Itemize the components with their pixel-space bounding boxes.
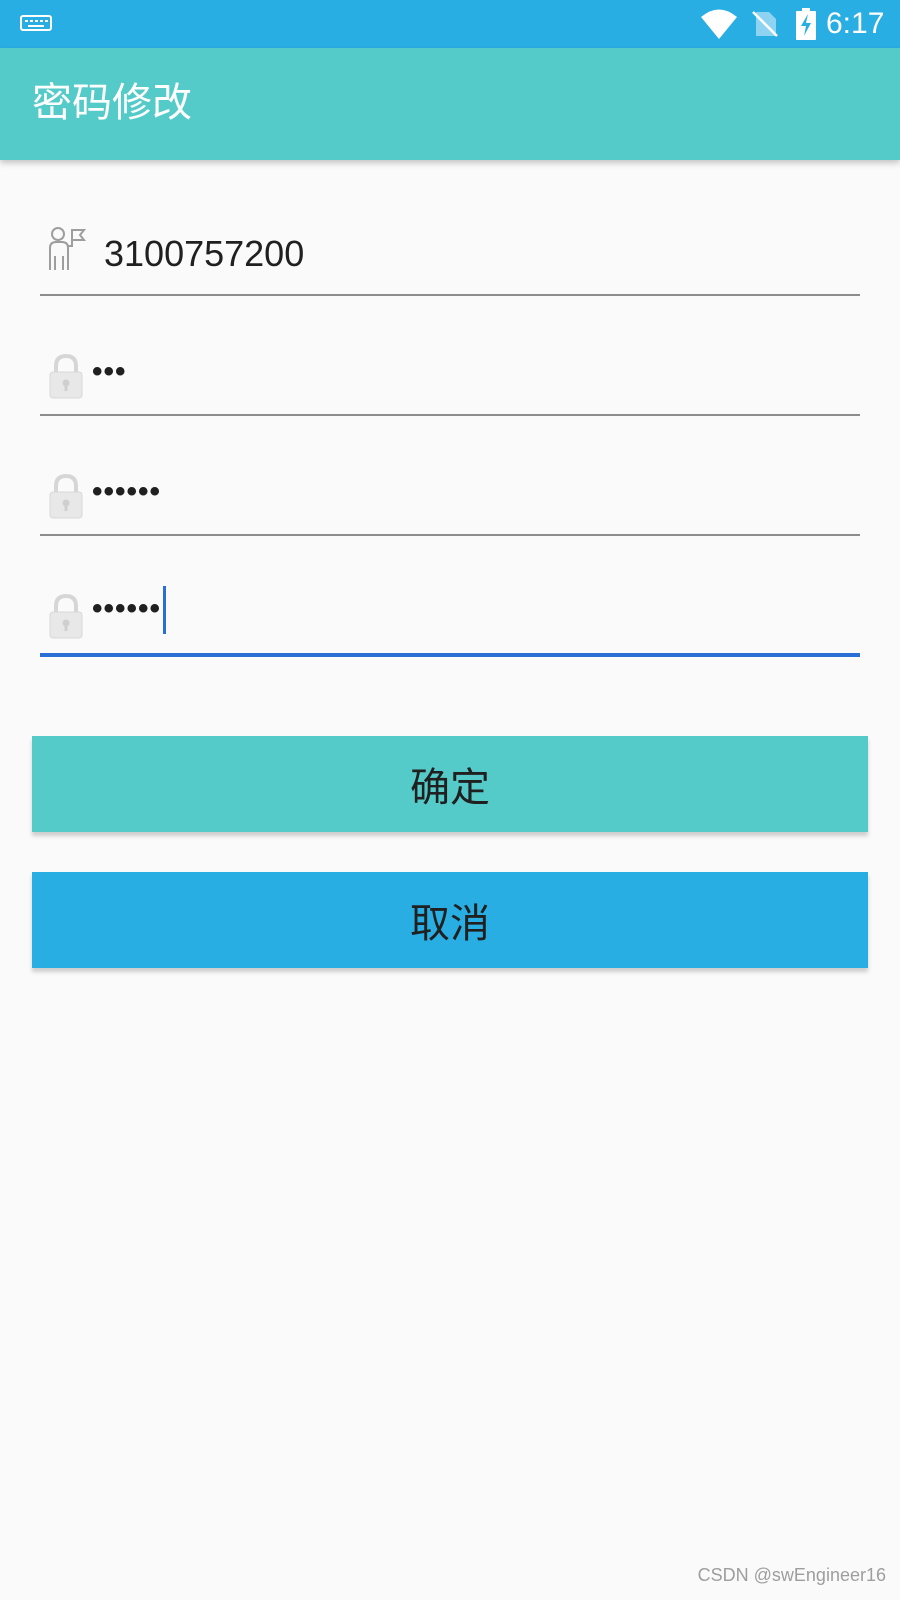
cancel-button[interactable]: 取消: [32, 872, 868, 968]
page-title: 密码修改: [32, 80, 192, 126]
no-sim-icon: [752, 11, 778, 37]
account-field[interactable]: 3100757200: [40, 206, 860, 296]
new-password-underline: [40, 534, 860, 536]
old-password-value: •••: [92, 355, 127, 388]
account-underline: [40, 294, 860, 296]
lock-icon: [49, 473, 83, 519]
old-password-field[interactable]: •••: [40, 326, 860, 416]
confirm-button[interactable]: 确定: [32, 736, 868, 832]
lock-icon: [49, 593, 83, 639]
old-password-underline: [40, 414, 860, 416]
confirm-password-field[interactable]: ••••••: [40, 566, 860, 657]
account-value: 3100757200: [104, 233, 305, 274]
wifi-icon: [701, 9, 737, 39]
keyboard-icon: [20, 15, 52, 31]
lock-icon: [49, 353, 83, 399]
status-bar: 6:17: [0, 0, 900, 48]
user-flag-icon: [49, 227, 86, 270]
text-cursor: [163, 586, 167, 634]
status-time: 6:17: [826, 7, 885, 40]
confirm-password-underline: [40, 653, 860, 657]
confirm-password-input[interactable]: ••••••: [92, 586, 167, 634]
new-password-field[interactable]: ••••••: [40, 446, 860, 536]
battery-charging-icon: [796, 8, 816, 40]
app-bar: 密码修改: [0, 48, 900, 160]
new-password-value: ••••••: [92, 475, 162, 508]
confirm-password-value: ••••••: [92, 591, 162, 625]
watermark: CSDN @swEngineer16: [697, 1565, 886, 1585]
